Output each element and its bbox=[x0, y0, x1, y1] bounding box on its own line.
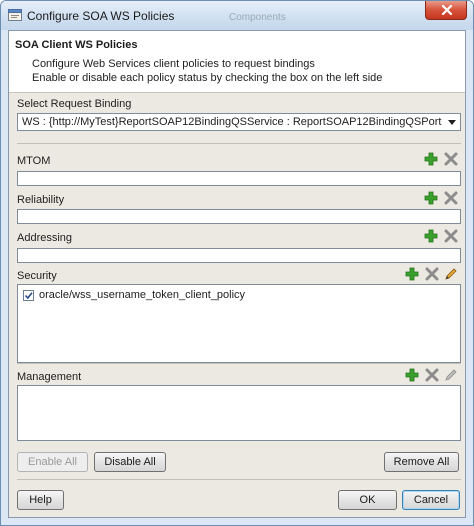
addressing-field[interactable] bbox=[17, 248, 461, 263]
add-management-icon[interactable] bbox=[404, 367, 420, 383]
chevron-down-icon[interactable] bbox=[444, 114, 460, 130]
divider bbox=[17, 143, 461, 144]
remove-management-icon[interactable] bbox=[424, 367, 440, 383]
ok-button[interactable]: OK bbox=[338, 490, 397, 510]
dialog-content: SOA Client WS Policies Configure Web Ser… bbox=[8, 30, 466, 518]
window-title: Configure SOA WS Policies bbox=[27, 9, 175, 23]
add-addressing-icon[interactable] bbox=[423, 228, 439, 244]
close-icon bbox=[441, 5, 453, 15]
list-item[interactable]: oracle/wss_username_token_client_policy bbox=[18, 285, 460, 305]
header-description-line1: Configure Web Services client policies t… bbox=[32, 58, 315, 70]
enable-all-button[interactable]: Enable All bbox=[17, 452, 88, 472]
policy-name: oracle/wss_username_token_client_policy bbox=[39, 289, 246, 301]
remove-mtom-icon[interactable] bbox=[443, 151, 459, 167]
divider bbox=[17, 479, 461, 480]
header-description-line2: Enable or disable each policy status by … bbox=[32, 72, 383, 84]
background-window-text: Components bbox=[229, 12, 286, 23]
security-label: Security bbox=[17, 270, 57, 282]
checkmark-icon bbox=[24, 292, 33, 300]
divider bbox=[17, 363, 461, 364]
request-binding-select[interactable]: WS : {http://MyTest}ReportSOAP12BindingQ… bbox=[17, 113, 461, 131]
reliability-field[interactable] bbox=[17, 209, 461, 224]
disable-all-button[interactable]: Disable All bbox=[94, 452, 166, 472]
title-bar[interactable]: Configure SOA WS Policies Components bbox=[1, 1, 473, 30]
mtom-field[interactable] bbox=[17, 171, 461, 186]
header-panel: SOA Client WS Policies Configure Web Ser… bbox=[9, 31, 465, 93]
addressing-label: Addressing bbox=[17, 232, 73, 244]
remove-all-button[interactable]: Remove All bbox=[384, 452, 459, 472]
dialog-window: Configure SOA WS Policies Components SOA… bbox=[0, 0, 474, 526]
policy-enabled-checkbox[interactable] bbox=[23, 290, 34, 301]
request-binding-label: Select Request Binding bbox=[17, 98, 132, 110]
mtom-label: MTOM bbox=[17, 155, 51, 167]
close-button[interactable] bbox=[425, 1, 467, 20]
add-security-icon[interactable] bbox=[404, 266, 420, 282]
header-title: SOA Client WS Policies bbox=[15, 39, 138, 51]
add-reliability-icon[interactable] bbox=[423, 190, 439, 206]
remove-reliability-icon[interactable] bbox=[443, 190, 459, 206]
edit-management-icon[interactable] bbox=[443, 367, 459, 383]
request-binding-value: WS : {http://MyTest}ReportSOAP12BindingQ… bbox=[22, 116, 442, 128]
help-button[interactable]: Help bbox=[17, 490, 64, 510]
cancel-button[interactable]: Cancel bbox=[402, 490, 460, 510]
dialog-icon bbox=[8, 9, 22, 21]
remove-security-icon[interactable] bbox=[424, 266, 440, 282]
management-label: Management bbox=[17, 371, 82, 383]
remove-addressing-icon[interactable] bbox=[443, 228, 459, 244]
add-mtom-icon[interactable] bbox=[423, 151, 439, 167]
security-policy-list[interactable]: oracle/wss_username_token_client_policy bbox=[17, 284, 461, 363]
edit-security-icon[interactable] bbox=[443, 266, 459, 282]
management-policy-list[interactable] bbox=[17, 385, 461, 441]
reliability-label: Reliability bbox=[17, 194, 65, 206]
